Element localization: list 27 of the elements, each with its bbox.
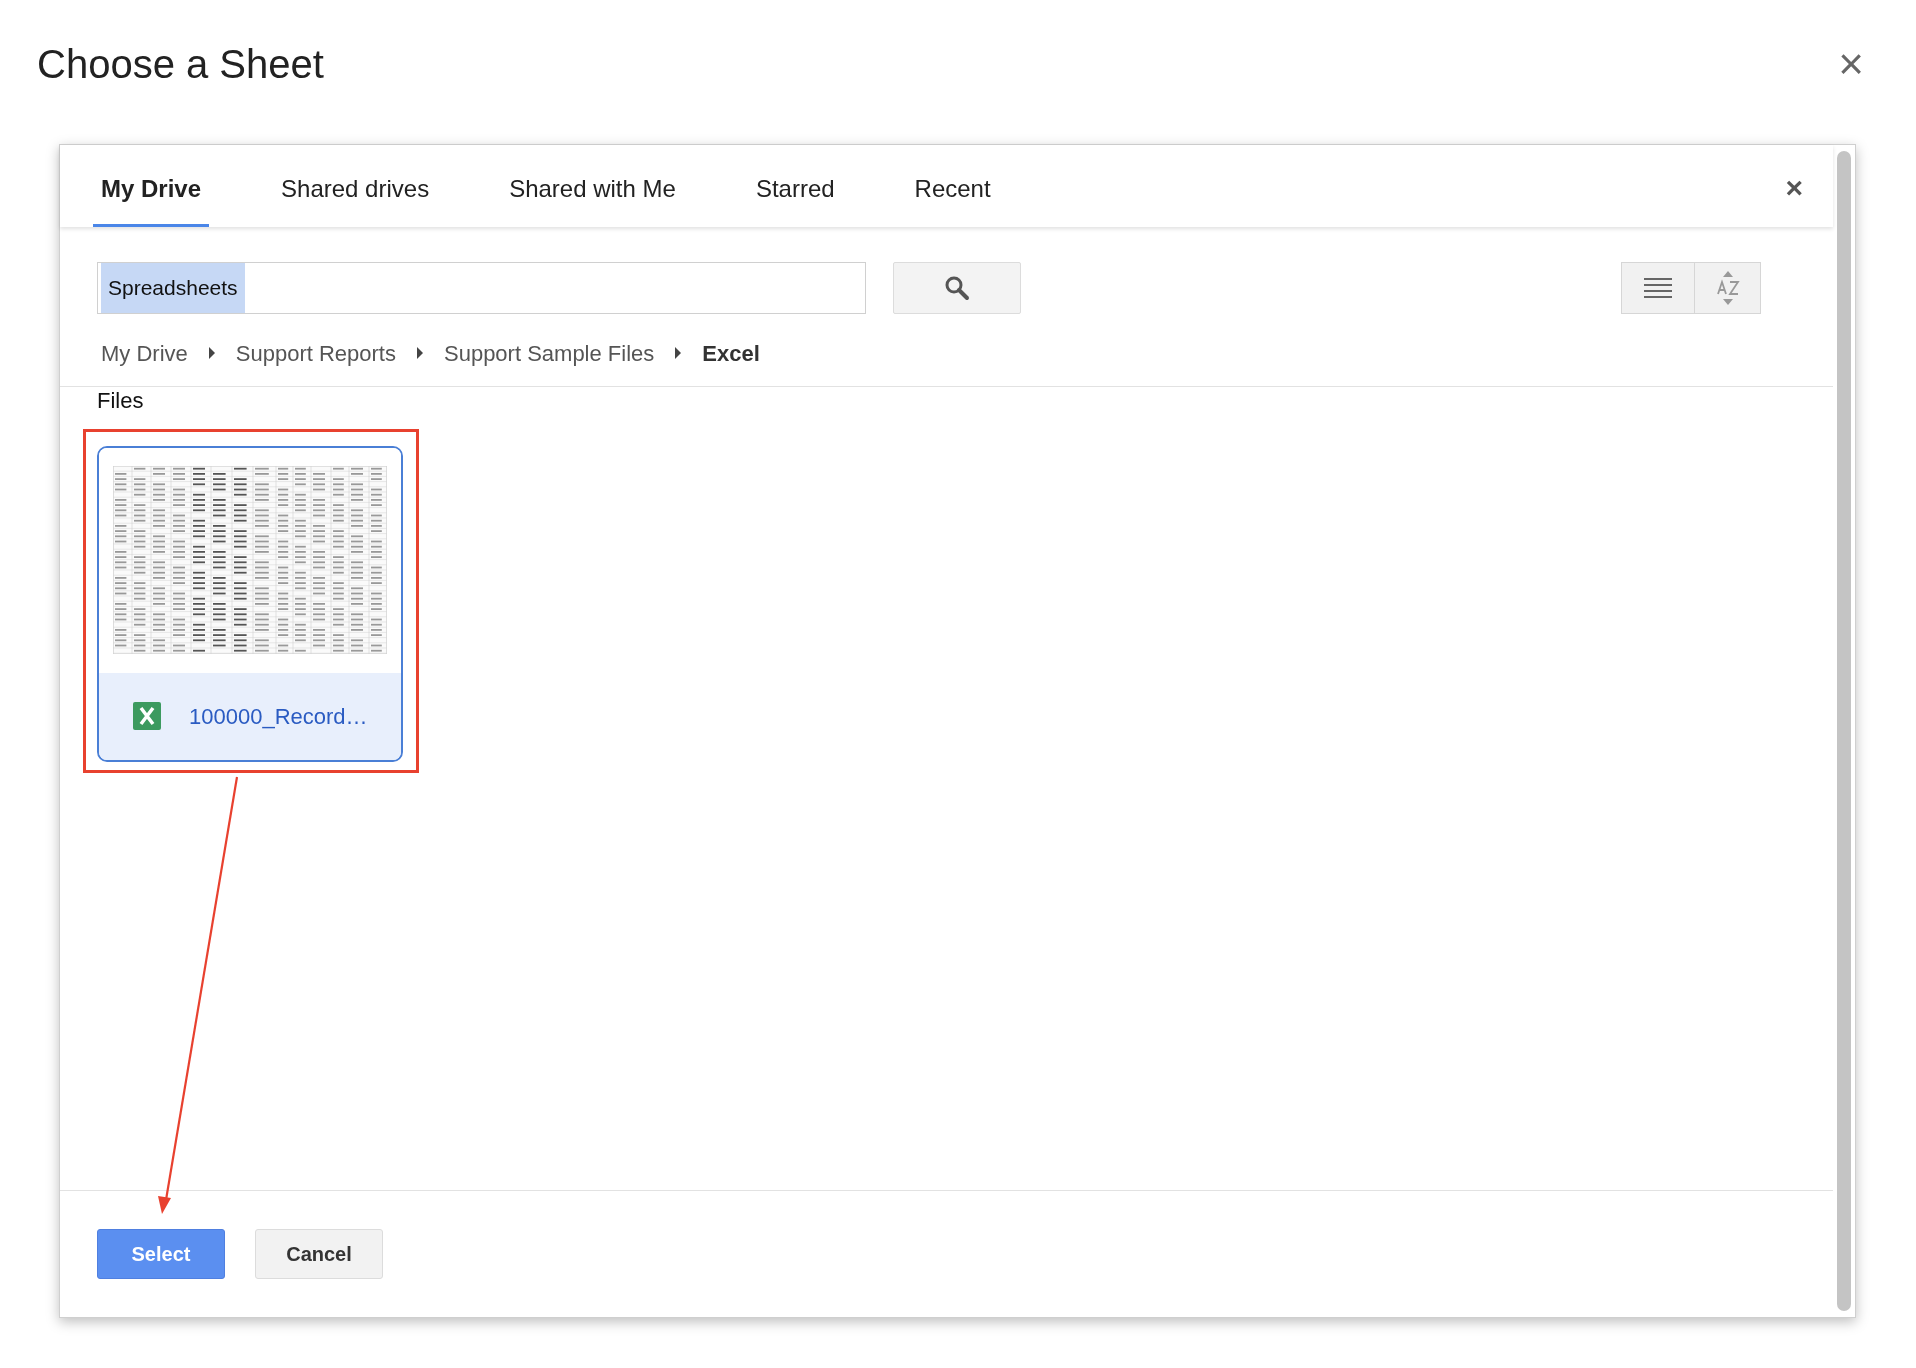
close-button[interactable]: ×	[1785, 173, 1803, 203]
tab[interactable]: My Drive	[93, 153, 210, 227]
spreadsheet-file-icon	[133, 702, 161, 730]
caret-icon	[674, 347, 683, 359]
file-card[interactable]: 100000_Record…	[97, 445, 403, 762]
cancel-button[interactable]: Cancel	[255, 1229, 383, 1279]
breadcrumb-item[interactable]: Support Reports	[235, 336, 396, 370]
tab[interactable]: Shared drives	[273, 153, 438, 227]
caret-icon	[416, 347, 424, 359]
file-name: 100000_Record…	[189, 702, 368, 731]
scrollbar[interactable]	[1837, 151, 1851, 1311]
search-field[interactable]: Spreadsheets	[97, 262, 866, 314]
tab[interactable]: Shared with Me	[501, 153, 684, 227]
tab[interactable]: Recent	[906, 153, 999, 227]
search-button[interactable]	[893, 262, 1021, 314]
breadcrumb-item[interactable]: Support Sample Files	[444, 336, 655, 370]
breadcrumb-item[interactable]: My Drive	[101, 336, 188, 370]
close-button[interactable]: ×	[1838, 42, 1864, 86]
breadcrumb-item[interactable]: Excel	[702, 336, 760, 370]
sort-icon	[1714, 271, 1741, 305]
list-view-button[interactable]	[1621, 262, 1695, 314]
section-heading: Files	[97, 387, 145, 415]
search-icon	[944, 275, 970, 301]
dialog-title: Choose a Sheet	[37, 41, 324, 88]
list-icon	[1644, 278, 1672, 298]
caret-icon	[207, 347, 216, 359]
tab[interactable]: Starred	[747, 153, 843, 227]
